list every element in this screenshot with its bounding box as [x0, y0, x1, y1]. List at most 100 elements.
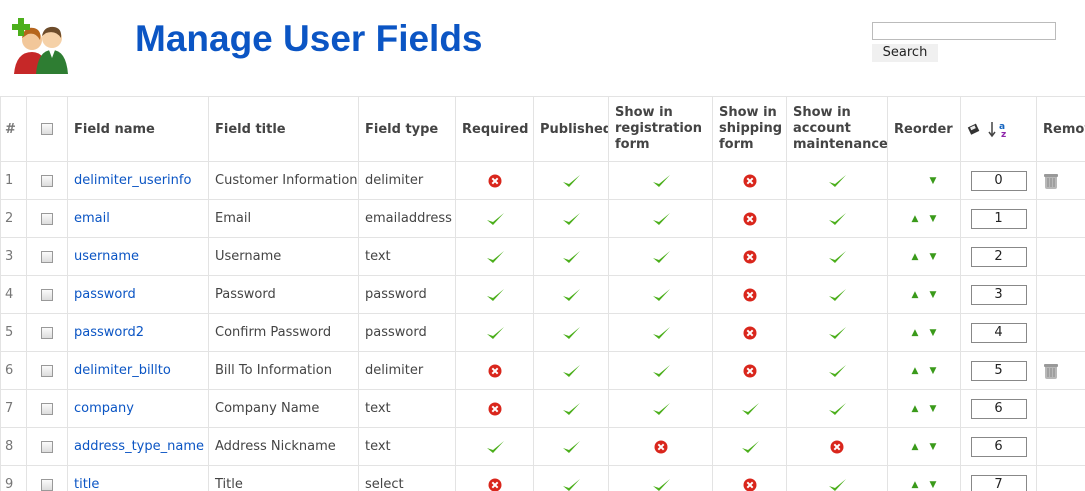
- row-checkbox-cell[interactable]: [26, 389, 68, 428]
- save-order-icon[interactable]: [967, 122, 988, 137]
- show-shipping-cell[interactable]: [712, 465, 787, 491]
- show-account-cell[interactable]: [786, 161, 888, 200]
- required-cell[interactable]: [455, 313, 534, 352]
- ordering-input[interactable]: 6: [970, 398, 1027, 419]
- cross-icon[interactable]: [743, 363, 757, 378]
- ordering-input[interactable]: 5: [970, 360, 1027, 381]
- column-header-required[interactable]: Required: [455, 96, 534, 162]
- required-cell[interactable]: [455, 465, 534, 491]
- check-icon[interactable]: [561, 287, 581, 302]
- check-icon[interactable]: [740, 401, 760, 416]
- cross-icon[interactable]: [488, 401, 502, 416]
- row-checkbox-cell[interactable]: [26, 199, 68, 238]
- field-name-link[interactable]: password2: [74, 325, 144, 340]
- field-name-link[interactable]: password: [74, 287, 136, 302]
- show-registration-cell[interactable]: [608, 389, 713, 428]
- row-checkbox[interactable]: [41, 478, 53, 491]
- show-shipping-cell[interactable]: [712, 389, 787, 428]
- show-registration-cell[interactable]: [608, 161, 713, 200]
- check-icon[interactable]: [827, 363, 847, 378]
- check-icon[interactable]: [827, 211, 847, 226]
- show-shipping-cell[interactable]: [712, 161, 787, 200]
- check-icon[interactable]: [827, 287, 847, 302]
- arrow-up-icon[interactable]: ▲: [906, 480, 924, 490]
- arrow-up-icon[interactable]: ▲: [906, 214, 924, 224]
- arrow-up-icon[interactable]: ▲: [906, 442, 924, 452]
- check-icon[interactable]: [561, 325, 581, 340]
- check-icon[interactable]: [561, 173, 581, 188]
- check-icon[interactable]: [485, 439, 505, 454]
- check-icon[interactable]: [561, 211, 581, 226]
- row-checkbox-cell[interactable]: [26, 351, 68, 390]
- check-icon[interactable]: [485, 249, 505, 264]
- cross-icon[interactable]: [743, 173, 757, 188]
- arrow-down-icon[interactable]: ▼: [924, 442, 942, 452]
- published-cell[interactable]: [533, 237, 609, 276]
- cross-icon[interactable]: [488, 363, 502, 378]
- cross-icon[interactable]: [743, 287, 757, 302]
- row-checkbox-cell[interactable]: [26, 161, 68, 200]
- trash-icon[interactable]: [1043, 173, 1059, 189]
- column-header-published[interactable]: Published: [533, 96, 609, 162]
- ordering-input[interactable]: 0: [970, 170, 1027, 191]
- arrow-down-icon[interactable]: ▼: [924, 176, 942, 186]
- show-account-cell[interactable]: [786, 237, 888, 276]
- show-account-cell[interactable]: [786, 351, 888, 390]
- show-shipping-cell[interactable]: [712, 351, 787, 390]
- check-icon[interactable]: [827, 401, 847, 416]
- arrow-up-icon[interactable]: ▲: [906, 366, 924, 376]
- show-account-cell[interactable]: [786, 199, 888, 238]
- published-cell[interactable]: [533, 313, 609, 352]
- row-checkbox[interactable]: [41, 440, 53, 453]
- published-cell[interactable]: [533, 161, 609, 200]
- row-checkbox[interactable]: [41, 250, 53, 263]
- required-cell[interactable]: [455, 351, 534, 390]
- field-name-link[interactable]: company: [74, 401, 134, 416]
- field-name-link[interactable]: delimiter_billto: [74, 363, 171, 378]
- required-cell[interactable]: [455, 161, 534, 200]
- row-checkbox-cell[interactable]: [26, 275, 68, 314]
- check-icon[interactable]: [485, 325, 505, 340]
- field-name-link[interactable]: username: [74, 249, 139, 264]
- ordering-input[interactable]: 7: [970, 474, 1027, 491]
- show-shipping-cell[interactable]: [712, 275, 787, 314]
- check-icon[interactable]: [651, 477, 671, 491]
- show-account-cell[interactable]: [786, 275, 888, 314]
- field-name-link[interactable]: title: [74, 477, 99, 491]
- field-name-link[interactable]: email: [74, 211, 110, 226]
- cross-icon[interactable]: [743, 211, 757, 226]
- show-account-cell[interactable]: [786, 427, 888, 466]
- published-cell[interactable]: [533, 351, 609, 390]
- cross-icon[interactable]: [743, 477, 757, 491]
- cross-icon[interactable]: [743, 325, 757, 340]
- published-cell[interactable]: [533, 389, 609, 428]
- check-icon[interactable]: [561, 249, 581, 264]
- ordering-input[interactable]: 2: [970, 246, 1027, 267]
- row-checkbox-cell[interactable]: [26, 313, 68, 352]
- check-icon[interactable]: [651, 173, 671, 188]
- row-checkbox-cell[interactable]: [26, 465, 68, 491]
- show-shipping-cell[interactable]: [712, 237, 787, 276]
- row-checkbox[interactable]: [41, 326, 53, 339]
- check-icon[interactable]: [485, 287, 505, 302]
- column-header-field-name[interactable]: Field name: [67, 96, 209, 162]
- show-account-cell[interactable]: [786, 389, 888, 428]
- show-shipping-cell[interactable]: [712, 313, 787, 352]
- arrow-down-icon[interactable]: ▼: [924, 328, 942, 338]
- ordering-input[interactable]: 4: [970, 322, 1027, 343]
- arrow-down-icon[interactable]: ▼: [924, 480, 942, 490]
- column-header-reorder[interactable]: Reorder: [887, 96, 961, 162]
- check-icon[interactable]: [651, 401, 671, 416]
- column-header-remove[interactable]: Remov: [1036, 96, 1085, 162]
- show-registration-cell[interactable]: [608, 199, 713, 238]
- column-header-show-shipping[interactable]: Show in shipping form: [712, 96, 787, 162]
- arrow-down-icon[interactable]: ▼: [924, 252, 942, 262]
- check-icon[interactable]: [561, 363, 581, 378]
- remove-cell[interactable]: [1036, 351, 1085, 390]
- arrow-down-icon[interactable]: ▼: [924, 404, 942, 414]
- arrow-down-icon[interactable]: ▼: [924, 214, 942, 224]
- arrow-up-icon[interactable]: ▲: [906, 328, 924, 338]
- required-cell[interactable]: [455, 237, 534, 276]
- check-icon[interactable]: [651, 363, 671, 378]
- trash-icon[interactable]: [1043, 363, 1059, 379]
